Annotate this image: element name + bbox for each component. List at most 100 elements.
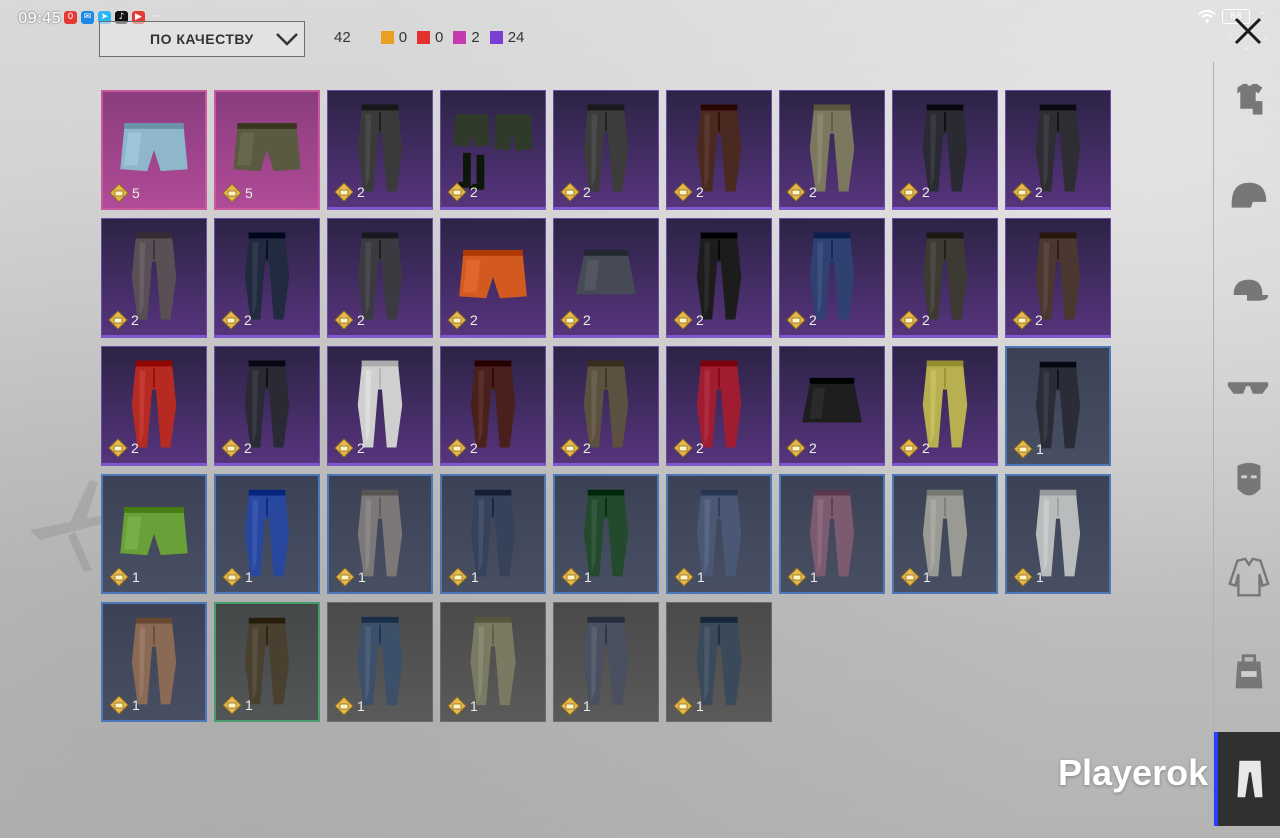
item-count-badge: 5 [222,183,253,203]
inventory-item[interactable]: 2 [779,90,885,210]
inventory-item[interactable]: 1 [779,474,885,594]
inventory-item[interactable]: 2 [327,218,433,338]
coupon-icon [108,438,128,458]
inventory-item[interactable]: 2 [779,218,885,338]
item-count-badge: 2 [108,438,139,458]
item-count-badge: 2 [899,310,930,330]
item-count-badge: 2 [108,310,139,330]
item-count: 1 [132,569,140,585]
sidebar-category[interactable] [1214,64,1280,144]
coupon-icon [109,183,129,203]
inventory-item[interactable]: 2 [440,346,546,466]
inventory-item[interactable]: 1 [553,602,659,722]
close-icon[interactable] [1229,12,1267,50]
inventory-item[interactable]: 1 [666,602,772,722]
sidebar-category[interactable] [1214,634,1280,714]
inventory-item[interactable]: 2 [327,346,433,466]
inventory-item[interactable]: 1 [1005,346,1111,466]
item-count-badge: 2 [786,438,817,458]
item-count-badge: 1 [560,696,591,716]
item-count-badge: 2 [673,182,704,202]
sidebar-category[interactable] [1214,539,1280,619]
inventory-item[interactable]: 1 [327,474,433,594]
item-count-badge: 2 [899,182,930,202]
inventory-item[interactable]: 2 [666,218,772,338]
sidebar-category[interactable] [1214,349,1280,429]
sidebar-category[interactable] [1214,732,1280,826]
coupon-icon [221,310,241,330]
quality-count-value: 0 [398,29,408,46]
item-count: 2 [244,312,252,328]
item-count-badge: 2 [560,438,591,458]
item-count: 2 [131,440,139,456]
item-count-badge: 2 [560,182,591,202]
sidebar-category[interactable] [1214,254,1280,334]
inventory-item[interactable]: 2 [214,218,320,338]
item-count-badge: 2 [334,438,365,458]
item-count: 2 [470,184,478,200]
inventory-item[interactable]: 5 [101,90,207,210]
inventory-item[interactable]: 2 [101,218,207,338]
quality-color-swatch [380,31,394,44]
inventory-item[interactable]: 2 [892,346,998,466]
item-count-badge: 1 [561,567,592,587]
coupon-icon [334,182,354,202]
item-count-badge: 1 [674,567,705,587]
inventory-item[interactable]: 2 [440,218,546,338]
inventory-item[interactable]: 5 [214,90,320,210]
item-count-badge: 2 [786,310,817,330]
sidebar-category[interactable] [1214,444,1280,524]
item-count-badge: 1 [673,696,704,716]
inventory-item[interactable]: 2 [214,346,320,466]
inventory-item[interactable]: 2 [440,90,546,210]
coupon-icon [1013,567,1033,587]
inventory-item[interactable]: 2 [553,90,659,210]
quality-color-swatch [489,31,503,44]
coupon-icon [1013,439,1033,459]
inventory-item[interactable]: 2 [892,218,998,338]
wifi-icon [1198,10,1216,23]
inventory-item[interactable]: 1 [1005,474,1111,594]
item-count-badge: 1 [1013,567,1044,587]
inventory-item[interactable]: 2 [1005,90,1111,210]
inventory-item[interactable]: 2 [779,346,885,466]
quality-count: 0 [380,29,408,46]
item-count: 1 [810,569,818,585]
coupon-icon [448,567,468,587]
inventory-item[interactable]: 2 [666,346,772,466]
inventory-item[interactable]: 2 [1005,218,1111,338]
sort-dropdown[interactable]: ПО КАЧЕСТВУ [99,21,305,57]
inventory-item[interactable]: 1 [101,602,207,722]
inventory-item[interactable]: 1 [214,602,320,722]
item-count-badge: 1 [335,567,366,587]
inventory-item[interactable]: 2 [892,90,998,210]
inventory-item[interactable]: 2 [101,346,207,466]
inventory-item[interactable]: 1 [101,474,207,594]
item-count: 2 [470,312,478,328]
item-count: 1 [1036,441,1044,457]
backpack-icon [1235,654,1262,689]
item-count-badge: 1 [900,567,931,587]
inventory-item[interactable]: 2 [553,346,659,466]
jacket-icon [1227,557,1270,597]
inventory-item[interactable]: 1 [666,474,772,594]
coupon-icon [1012,310,1032,330]
coupon-icon [673,696,693,716]
item-count: 1 [245,697,253,713]
inventory-item[interactable]: 1 [892,474,998,594]
inventory-item[interactable]: 1 [440,474,546,594]
inventory-item[interactable]: 2 [666,90,772,210]
item-count: 2 [922,312,930,328]
coupon-icon [222,695,242,715]
inventory-item[interactable]: 2 [327,90,433,210]
inventory-item[interactable]: 1 [214,474,320,594]
coupon-icon [334,438,354,458]
item-count: 1 [1036,569,1044,585]
quality-summary: 42 0 0 2 24 [334,29,534,46]
inventory-item[interactable]: 2 [553,218,659,338]
inventory-item[interactable]: 1 [440,602,546,722]
sidebar-category[interactable] [1214,159,1280,239]
item-count-badge: 5 [109,183,140,203]
inventory-item[interactable]: 1 [553,474,659,594]
inventory-item[interactable]: 1 [327,602,433,722]
